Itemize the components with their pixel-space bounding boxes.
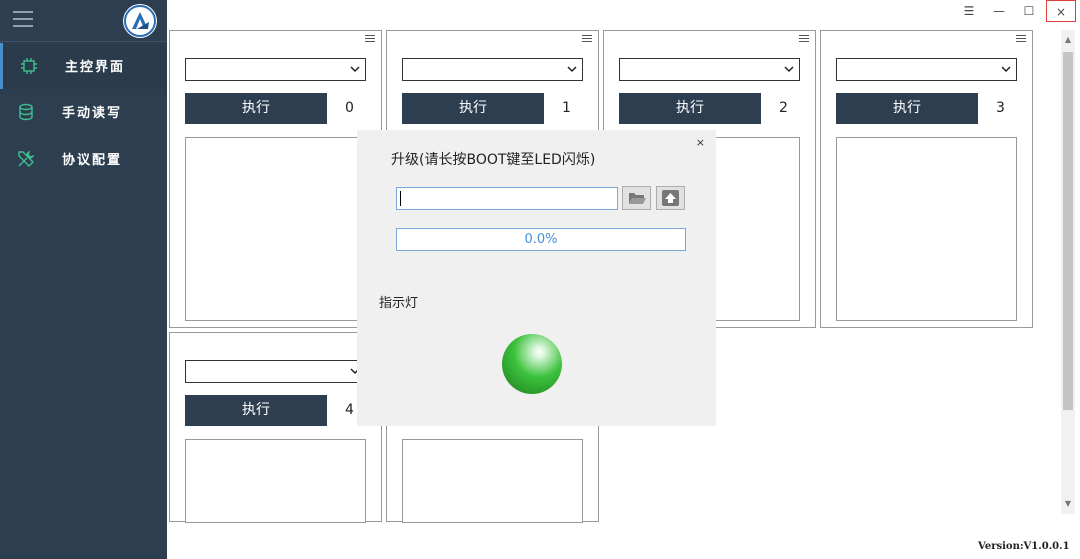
database-icon [19, 103, 33, 121]
execute-button[interactable]: 执行 [836, 93, 978, 124]
sidebar-item-label: 主控界面 [65, 60, 126, 75]
maximize-button[interactable]: ☐ [1018, 0, 1040, 22]
sidebar-item-label: 手动读写 [62, 106, 123, 121]
device-select[interactable] [185, 58, 366, 81]
dialog-close-button[interactable]: × [696, 136, 705, 149]
output-textarea[interactable] [836, 137, 1017, 321]
indicator-label: 指示灯 [379, 296, 419, 311]
folder-open-icon [629, 193, 646, 204]
hamburger-menu-icon[interactable] [13, 11, 33, 29]
device-select[interactable] [402, 58, 583, 81]
tools-icon [18, 150, 35, 167]
indicator-lamp [502, 334, 562, 394]
execute-button[interactable]: 执行 [619, 93, 761, 124]
sidebar-item-label: 协议配置 [62, 153, 123, 168]
minimize-button[interactable]: — [988, 0, 1010, 22]
card-menu-icon[interactable] [1016, 35, 1026, 44]
card-index: 3 [996, 100, 1005, 116]
card-4: 执行 4 [169, 332, 382, 523]
device-select[interactable] [619, 58, 800, 81]
execute-button[interactable]: 执行 [185, 93, 327, 124]
app-window: 主控界面 手动读写 协议配置 ☰ — ☐ × 执行 0 执行 1 执行 2 执行… [0, 0, 1080, 559]
device-select[interactable] [836, 58, 1017, 81]
text-caret [400, 191, 401, 206]
chevron-down-icon [1001, 66, 1011, 73]
window-menu-icon[interactable]: ☰ [958, 0, 980, 22]
output-textarea[interactable] [185, 439, 366, 523]
chip-icon [21, 58, 37, 74]
close-button[interactable]: × [1046, 0, 1076, 22]
open-folder-button[interactable] [622, 186, 651, 210]
upload-button[interactable] [656, 186, 685, 210]
version-label: Version:V1.0.0.1 [978, 541, 1070, 552]
upload-arrow-icon [662, 190, 679, 206]
upgrade-dialog: × 升级(请长按BOOT键至LED闪烁) 0.0% 指示灯 [357, 130, 716, 426]
sidebar-header [0, 0, 167, 42]
sidebar-item-main[interactable]: 主控界面 [0, 43, 167, 89]
card-menu-icon[interactable] [365, 35, 375, 44]
card-0: 执行 0 [169, 30, 382, 328]
card-index: 0 [345, 100, 354, 116]
card-index: 4 [345, 402, 354, 418]
scroll-up-arrow-icon[interactable]: ▲ [1063, 34, 1073, 46]
device-select[interactable] [185, 360, 366, 383]
sidebar-item-protocol[interactable]: 协议配置 [0, 136, 167, 182]
output-textarea[interactable] [185, 137, 366, 321]
card-menu-icon[interactable] [582, 35, 592, 44]
dialog-title: 升级(请长按BOOT键至LED闪烁) [391, 152, 596, 168]
app-logo [123, 4, 157, 38]
output-textarea[interactable] [402, 439, 583, 523]
execute-button[interactable]: 执行 [185, 395, 327, 426]
upgrade-progress-bar: 0.0% [396, 228, 686, 251]
card-index: 1 [562, 100, 571, 116]
sidebar: 主控界面 手动读写 协议配置 [0, 0, 167, 559]
scrollbar-thumb[interactable] [1063, 52, 1073, 410]
scroll-down-arrow-icon[interactable]: ▼ [1063, 498, 1073, 510]
execute-button[interactable]: 执行 [402, 93, 544, 124]
card-menu-icon[interactable] [799, 35, 809, 44]
chevron-down-icon [784, 66, 794, 73]
progress-text: 0.0% [524, 232, 558, 247]
chevron-down-icon [567, 66, 577, 73]
firmware-path-input[interactable] [396, 187, 618, 210]
sidebar-item-manual-rw[interactable]: 手动读写 [0, 89, 167, 135]
chevron-down-icon [350, 66, 360, 73]
card-index: 2 [779, 100, 788, 116]
card-3: 执行 3 [820, 30, 1033, 328]
